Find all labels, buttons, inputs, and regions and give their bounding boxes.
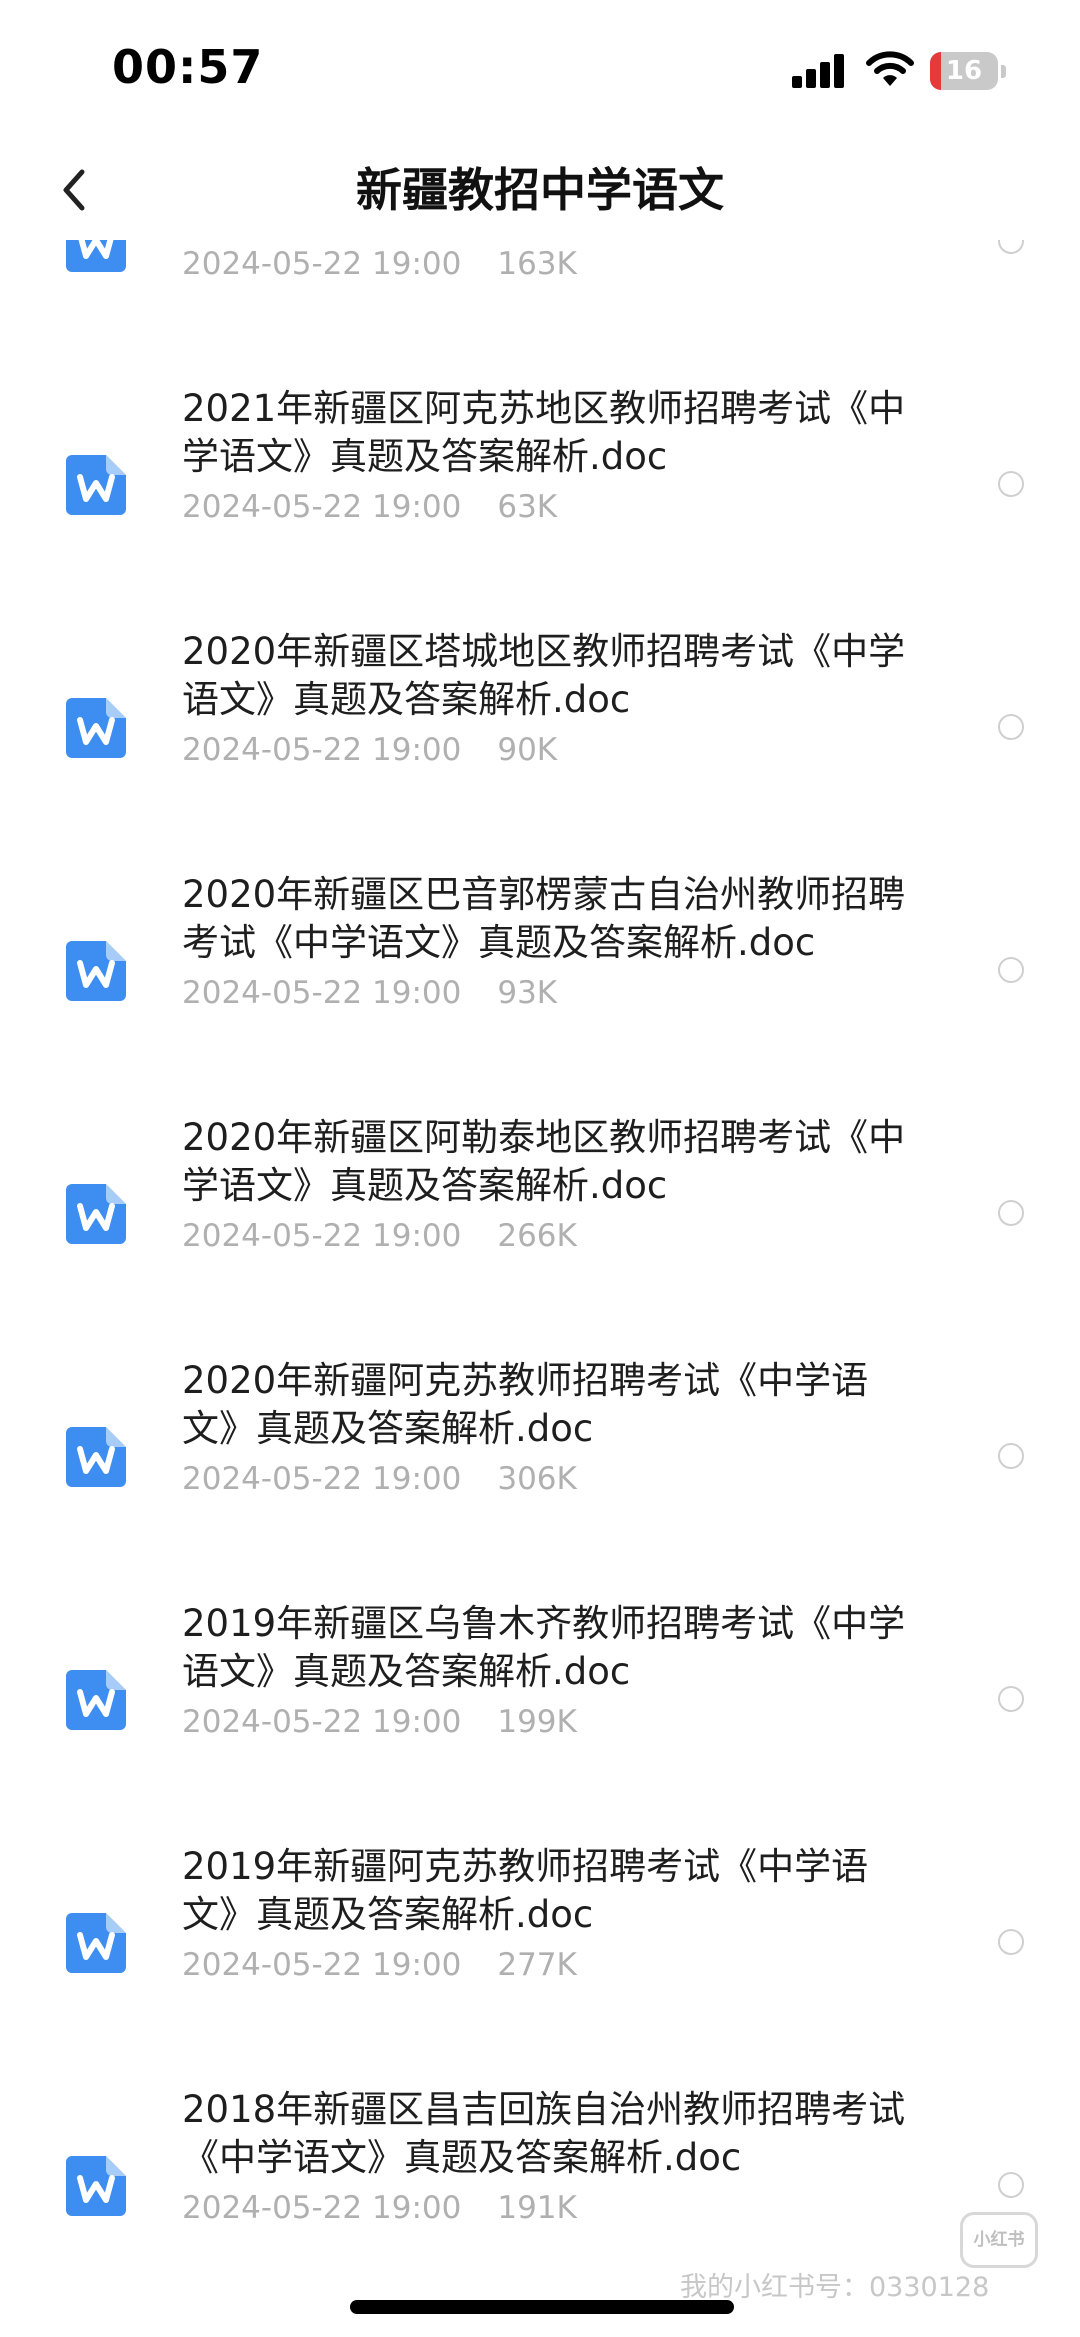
chevron-left-icon: [63, 169, 85, 211]
select-radio[interactable]: [998, 1200, 1024, 1226]
word-doc-icon: [66, 1184, 126, 1244]
wifi-icon: [866, 51, 914, 86]
word-doc-icon: [66, 1427, 126, 1487]
file-date: 2024-05-22 19:00: [182, 246, 462, 282]
file-name: 2019年新疆阿克苏教师招聘考试《中学语 文》真题及答案解析.doc: [182, 1845, 869, 1936]
battery-level: 16: [945, 56, 983, 86]
file-date: 2024-05-22 19:00: [182, 1218, 462, 1254]
file-row[interactable]: 2020年新疆区阿勒泰地区教师招聘考试《中 学语文》真题及答案解析.doc 202…: [0, 1050, 1080, 1293]
file-size: 266K: [497, 1218, 577, 1254]
file-row[interactable]: 2019年新疆区乌鲁木齐教师招聘考试《中学 语文》真题及答案解析.doc 2024…: [0, 1536, 1080, 1779]
file-meta: 2024-05-22 19:00 163K: [182, 244, 577, 284]
file-list: 文》真题及答案解析.doc2024-05-22 19:00163K2021年新疆…: [0, 240, 1080, 2337]
file-size: 63K: [497, 489, 558, 525]
select-radio[interactable]: [998, 471, 1024, 497]
file-meta: 2024-05-22 19:00 90K: [182, 730, 557, 770]
status-bar: 00:57 16: [0, 0, 1080, 140]
file-row[interactable]: 2021年新疆区阿克苏地区教师招聘考试《中 学语文》真题及答案解析.doc 202…: [0, 321, 1080, 564]
file-size: 163K: [497, 246, 577, 282]
file-date: 2024-05-22 19:00: [182, 1947, 462, 1983]
select-radio[interactable]: [998, 957, 1024, 983]
file-row[interactable]: 2020年新疆区巴音郭楞蒙古自治州教师招聘 考试《中学语文》真题及答案解析.do…: [0, 807, 1080, 1050]
word-doc-icon: [66, 941, 126, 1001]
nav-bar: 新疆教招中学语文: [0, 140, 1080, 240]
file-size: 90K: [497, 732, 558, 768]
signal-icon: [792, 54, 846, 88]
file-meta: 2024-05-22 19:00 306K: [182, 1459, 577, 1499]
select-radio[interactable]: [998, 1686, 1024, 1712]
file-meta: 2024-05-22 19:00 191K: [182, 2188, 577, 2228]
file-size: 93K: [497, 975, 558, 1011]
word-doc-icon: [66, 240, 126, 272]
xiaohongshu-logo: 小红书: [960, 2212, 1038, 2268]
file-row[interactable]: 2020年新疆阿克苏教师招聘考试《中学语 文》真题及答案解析.doc 2024-0…: [0, 1293, 1080, 1536]
watermark-text: 我的小红书号：0330128: [680, 2272, 990, 2303]
file-size: 306K: [497, 1461, 577, 1497]
file-name: 2020年新疆阿克苏教师招聘考试《中学语 文》真题及答案解析.doc: [182, 1359, 869, 1450]
file-meta: 2024-05-22 19:00 93K: [182, 973, 557, 1013]
file-row[interactable]: 2019年新疆阿克苏教师招聘考试《中学语 文》真题及答案解析.doc 2024-0…: [0, 1779, 1080, 2022]
file-name: 2018年新疆区昌吉回族自治州教师招聘考试 《中学语文》真题及答案解析.doc: [182, 2088, 906, 2179]
status-time: 00:57: [112, 40, 264, 94]
battery-icon: 16: [930, 52, 1006, 90]
word-doc-icon: [66, 455, 126, 515]
file-meta: 2024-05-22 19:00 266K: [182, 1216, 577, 1256]
file-date: 2024-05-22 19:00: [182, 1704, 462, 1740]
word-doc-icon: [66, 1670, 126, 1730]
file-name: 2020年新疆区阿勒泰地区教师招聘考试《中 学语文》真题及答案解析.doc: [182, 1116, 906, 1207]
select-radio[interactable]: [998, 714, 1024, 740]
file-name: 2020年新疆区塔城地区教师招聘考试《中学 语文》真题及答案解析.doc: [182, 630, 906, 721]
select-radio[interactable]: [998, 1443, 1024, 1469]
file-row[interactable]: 文》真题及答案解析.doc2024-05-22 19:00163K: [0, 240, 1080, 321]
file-meta: 2024-05-22 19:00 63K: [182, 487, 557, 527]
select-radio[interactable]: [998, 2172, 1024, 2198]
file-meta: 2024-05-22 19:00 199K: [182, 1702, 577, 1742]
word-doc-icon: [66, 698, 126, 758]
page-title: 新疆教招中学语文: [356, 163, 724, 217]
file-row[interactable]: 2018年新疆区昌吉回族自治州教师招聘考试 《中学语文》真题及答案解析.doc 2…: [0, 2022, 1080, 2265]
back-button[interactable]: [48, 158, 108, 222]
file-size: 277K: [497, 1947, 577, 1983]
file-size: 191K: [497, 2190, 577, 2226]
file-meta: 2024-05-22 19:00 277K: [182, 1945, 577, 1985]
file-name: 2019年新疆区乌鲁木齐教师招聘考试《中学 语文》真题及答案解析.doc: [182, 1602, 906, 1693]
file-name: 2021年新疆区阿克苏地区教师招聘考试《中 学语文》真题及答案解析.doc: [182, 387, 906, 478]
word-doc-icon: [66, 2156, 126, 2216]
file-row[interactable]: 2020年新疆区塔城地区教师招聘考试《中学 语文》真题及答案解析.doc 2024…: [0, 564, 1080, 807]
file-date: 2024-05-22 19:00: [182, 1461, 462, 1497]
select-radio[interactable]: [998, 240, 1024, 254]
file-date: 2024-05-22 19:00: [182, 732, 462, 768]
file-size: 199K: [497, 1704, 577, 1740]
file-date: 2024-05-22 19:00: [182, 2190, 462, 2226]
home-indicator[interactable]: [350, 2300, 734, 2314]
word-doc-icon: [66, 1913, 126, 1973]
select-radio[interactable]: [998, 1929, 1024, 1955]
file-date: 2024-05-22 19:00: [182, 489, 462, 525]
file-date: 2024-05-22 19:00: [182, 975, 462, 1011]
file-name: 2020年新疆区巴音郭楞蒙古自治州教师招聘 考试《中学语文》真题及答案解析.do…: [182, 873, 906, 964]
